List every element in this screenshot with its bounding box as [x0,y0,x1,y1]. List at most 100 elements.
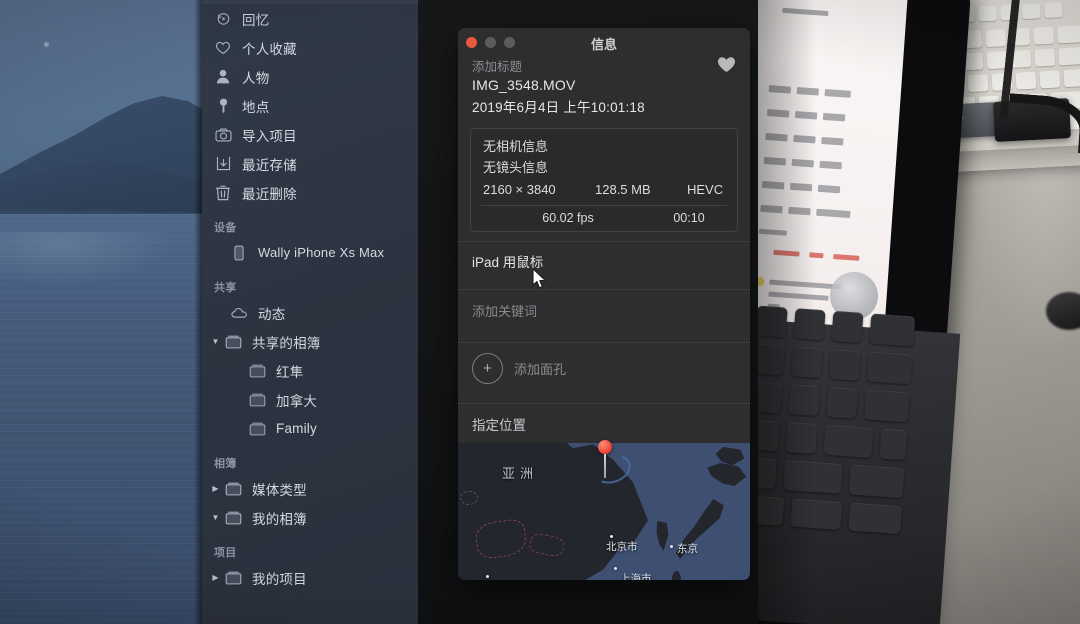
lens-info-label: 无镜头信息 [483,160,549,175]
map-city-label-tokyo: 东京 [677,543,698,555]
sidebar-item-label: 红隼 [276,364,304,380]
map-city-dot [610,535,613,538]
album-icon [246,391,268,409]
arrow-cursor [532,268,547,289]
sidebar-item-my-albums[interactable]: ▼ 我的相簿 [202,503,418,532]
keywords-field[interactable]: 添加关键词 [458,290,750,333]
plus-circle-icon[interactable]: + [472,353,503,384]
sidebar-item-media-types[interactable]: ▶ 媒体类型 [202,474,418,503]
album-icon [246,420,268,438]
datetime-label: 2019年6月4日 上午10:01:18 [472,100,645,115]
chevron-right-icon[interactable]: ▶ [210,573,221,582]
info-header: 添加标题 IMG_3548.MOV 2019年6月4日 上午10:01:18 [458,56,750,124]
sidebar-item-album-hongsun[interactable]: 红隼 [202,356,418,385]
dimensions-label: 2160 × 3840 [483,182,556,197]
album-icon [246,362,268,380]
sidebar-item-label: 个人收藏 [242,41,297,57]
person-icon [212,68,234,86]
map-location-pin[interactable] [598,440,612,478]
sidebar-item-label: Family [276,421,317,436]
sidebar-item-album-family[interactable]: Family [202,414,418,443]
sidebar-item-activity[interactable]: 动态 [202,298,418,327]
duration-label: 00:10 [673,211,705,225]
sidebar-list: 回忆 个人收藏 人物 地点 导入项目 最近存储 最近删除 设备 Wally iP… [202,4,418,592]
chevron-down-icon[interactable]: ▼ [210,513,221,522]
sidebar-section-header-devices: 设备 [214,222,237,234]
caption-field[interactable]: iPad 用鼠标 [458,242,750,280]
map-city-label-shanghai: 上海市 [620,573,652,580]
map-pin-icon [212,97,234,115]
map-border-line [460,491,478,505]
sidebar-section-header-albums: 相簿 [214,458,237,470]
trash-icon [212,184,234,202]
sidebar-section-header-projects: 项目 [214,547,237,559]
chevron-right-icon[interactable]: ▶ [210,484,221,493]
sidebar-item-favorites[interactable]: 个人收藏 [202,33,418,62]
map-city-dot [670,545,673,548]
sidebar-item-label: 加拿大 [276,393,318,409]
sidebar-item-imports[interactable]: 导入项目 [202,120,418,149]
sidebar-item-label: 媒体类型 [252,482,307,498]
sidebar-item-label: 回忆 [242,12,270,28]
desk-photo: CESAPSY [758,0,1080,624]
map-city-dot [614,567,617,570]
wallpaper-moon [44,42,49,47]
info-window-titlebar[interactable]: 信息 [458,28,750,56]
sidebar-item-my-projects[interactable]: ▶ 我的项目 [202,563,418,592]
favorite-heart-icon[interactable] [717,56,736,73]
sidebar-item-memories[interactable]: 回忆 [202,4,418,33]
filename-label: IMG_3548.MOV [472,77,576,93]
iphone-icon [228,244,250,262]
sidebar-item-label: 我的相簿 [252,511,307,527]
codec-label: HEVC [687,182,724,197]
album-icon [222,569,244,587]
cloud-icon [228,304,250,322]
map-continent-label: 亚洲 [502,466,539,481]
heart-icon [212,39,234,57]
sidebar-item-recently-deleted[interactable]: 最近删除 [202,178,418,207]
sidebar-item-label: 最近存储 [242,157,297,173]
map-pin-head [598,440,612,454]
memories-icon [212,10,234,28]
sidebar-item-places[interactable]: 地点 [202,91,418,120]
sidebar-item-label: 我的项目 [252,571,307,587]
add-face-label: 添加面孔 [514,362,567,377]
metadata-box: 无相机信息 无镜头信息 2160 × 3840 128.5 MB HEVC 60… [470,128,738,232]
map-city-label-new-delhi: 新德里 [458,579,486,580]
sidebar-item-album-canada[interactable]: 加拿大 [202,385,418,414]
faces-section: + 添加面孔 [458,343,750,394]
metadata-row-secondary: 60.02 fps 00:10 [471,206,737,231]
album-icon [222,509,244,527]
sidebar-section-header-shared: 共享 [214,282,237,294]
sidebar-item-shared-albums[interactable]: ▼ 共享的相簿 [202,327,418,356]
info-window: 信息 添加标题 IMG_3548.MOV 2019年6月4日 上午10:01:1… [458,28,750,580]
sidebar-item-label: 地点 [242,99,270,115]
album-icon [222,333,244,351]
assign-location-field[interactable]: 指定位置 [458,404,750,443]
sidebar-item-device-iphone[interactable]: Wally iPhone Xs Max [202,238,418,267]
album-icon [222,480,244,498]
map-city-dot [486,575,489,578]
window-title: 信息 [590,37,617,52]
sidebar-item-label: 最近删除 [242,186,297,202]
add-title-field[interactable]: 添加标题 [472,56,736,75]
download-icon [212,155,234,173]
camera-info-label: 无相机信息 [483,139,549,154]
photos-sidebar: 回忆 个人收藏 人物 地点 导入项目 最近存储 最近删除 设备 Wally iP… [202,0,418,624]
map-pin-stem [604,454,606,478]
metadata-row-primary: 2160 × 3840 128.5 MB HEVC [471,180,737,205]
map-city-label-beijing: 北京市 [606,541,638,553]
fps-label: 60.02 fps [542,211,594,225]
sidebar-item-label: 人物 [242,70,270,86]
sidebar-item-recently-saved[interactable]: 最近存储 [202,149,418,178]
screen: 回忆 个人收藏 人物 地点 导入项目 最近存储 最近删除 设备 Wally iP… [0,0,1080,624]
sidebar-item-label: 动态 [258,306,286,322]
sidebar-item-label: 导入项目 [242,128,297,144]
sidebar-item-people[interactable]: 人物 [202,62,418,91]
filesize-label: 128.5 MB [595,182,651,197]
sidebar-item-label: 共享的相簿 [252,335,321,351]
chevron-down-icon[interactable]: ▼ [210,337,221,346]
wallpaper-water-glint [0,232,202,292]
desktop-wallpaper [0,0,230,624]
photo-left-shadow [758,0,1080,624]
